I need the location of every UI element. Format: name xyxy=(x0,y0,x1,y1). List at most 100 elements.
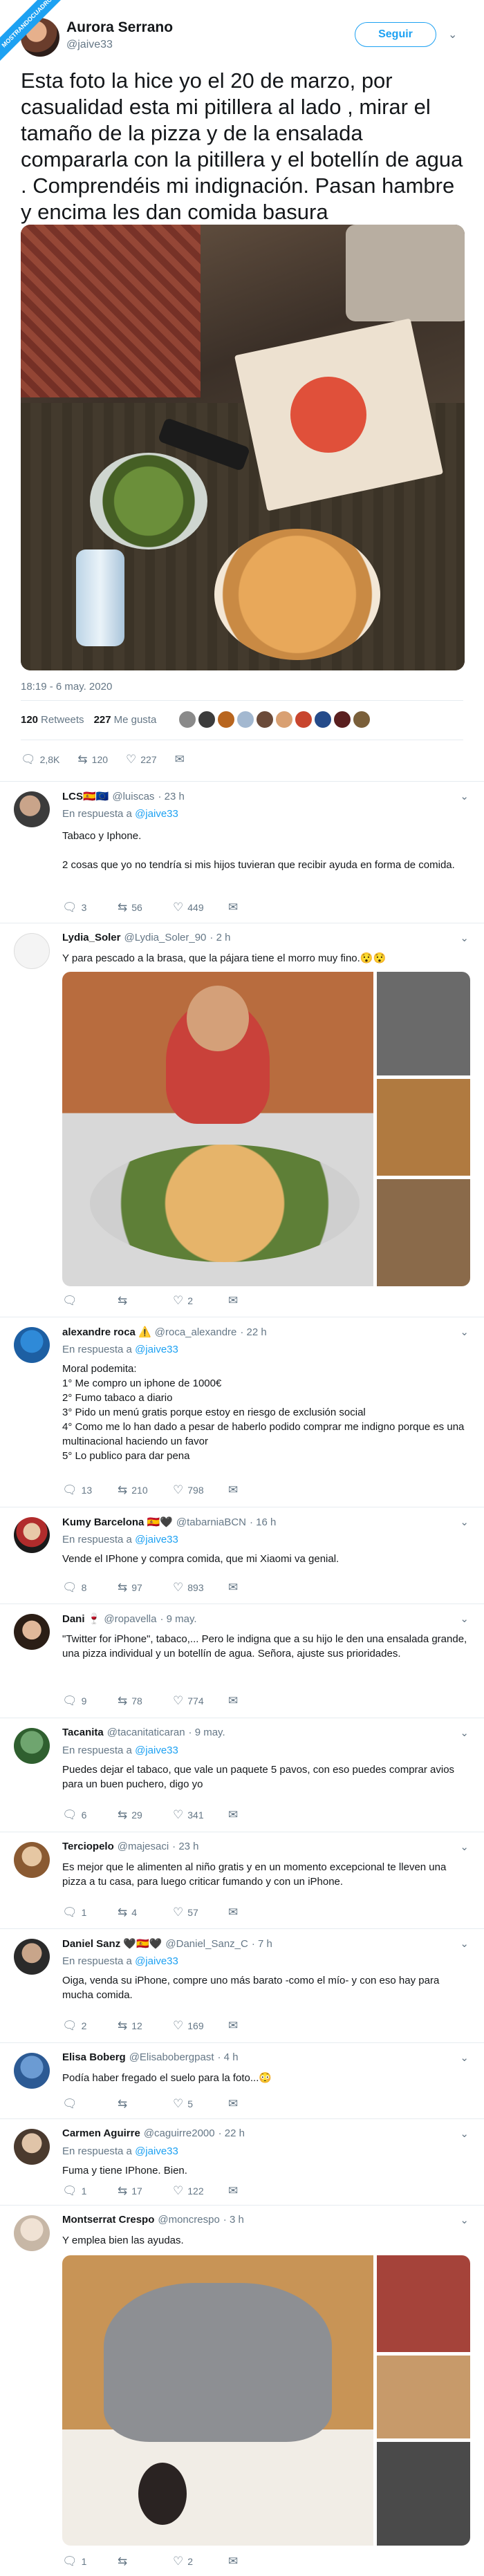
reply-time[interactable]: · 22 h xyxy=(240,1326,266,1338)
reply-time[interactable]: · 23 h xyxy=(158,791,184,802)
author-name[interactable]: Elisa Boberg xyxy=(62,2051,126,2063)
author-handle[interactable]: @jaive33 xyxy=(66,39,113,51)
chevron-down-icon[interactable]: ⌄ xyxy=(460,932,469,944)
message-button[interactable]: ✉ xyxy=(228,2097,283,2111)
reply-time[interactable]: · 4 h xyxy=(218,2051,239,2063)
chevron-down-icon[interactable]: ⌄ xyxy=(460,2127,469,2140)
like-button[interactable]: ♡ 122 xyxy=(173,2184,228,2198)
reply-button[interactable]: 🗨 xyxy=(62,1294,118,1308)
follow-button[interactable]: Seguir xyxy=(355,22,436,47)
retweet-button[interactable]: ⇆ 56 xyxy=(118,901,173,914)
like-button[interactable]: ♡ 2 xyxy=(173,1294,228,1308)
reply-time[interactable]: · 3 h xyxy=(223,2214,244,2226)
reply-photo[interactable] xyxy=(62,2255,470,2546)
author-name[interactable]: alexandre roca ⚠️ xyxy=(62,1326,151,1338)
author-name[interactable]: Montserrat Crespo xyxy=(62,2214,154,2226)
author-handle[interactable]: @Elisabobergpast xyxy=(129,2051,214,2063)
tweet-photo[interactable] xyxy=(21,225,465,670)
message-button[interactable]: ✉ xyxy=(228,2019,283,2033)
retweet-button[interactable]: ⇆ 4 xyxy=(118,1906,173,1919)
reply-button[interactable]: 🗨 2,8K xyxy=(21,753,59,767)
message-button[interactable]: ✉ xyxy=(228,1694,283,1708)
author-handle[interactable]: @ropavella xyxy=(104,1613,156,1625)
like-button[interactable]: ♡ 893 xyxy=(173,1581,228,1595)
author-handle[interactable]: @Lydia_Soler_90 xyxy=(124,932,206,943)
message-button[interactable]: ✉ xyxy=(228,901,283,914)
reply-tweet[interactable]: Elisa Boberg @Elisabobergpast · 4 h ⌄ Podí… xyxy=(0,2042,484,2118)
message-button[interactable]: ✉ xyxy=(228,1581,283,1595)
chevron-down-icon[interactable]: ⌄ xyxy=(460,2214,469,2226)
message-button[interactable]: ✉ xyxy=(228,2555,283,2568)
author-name[interactable]: Daniel Sanz 🖤🇪🇸🖤 xyxy=(62,1937,162,1950)
tweet-timestamp[interactable]: 18:19 - 6 may. 2020 xyxy=(21,681,112,693)
reply-time[interactable]: · 9 may. xyxy=(160,1613,196,1625)
retweet-button[interactable]: ⇆ xyxy=(118,2097,173,2111)
message-button[interactable]: ✉ xyxy=(228,2184,283,2198)
reply-time[interactable]: · 7 h xyxy=(252,1938,272,1950)
retweet-button[interactable]: ⇆ 12 xyxy=(118,2019,173,2033)
message-button[interactable]: ✉ xyxy=(228,1483,283,1497)
like-button[interactable]: ♡ 798 xyxy=(173,1483,228,1497)
author-handle[interactable]: @roca_alexandre xyxy=(155,1326,237,1338)
author-handle[interactable]: @caguirre2000 xyxy=(144,2127,215,2139)
chevron-down-icon[interactable]: ⌄ xyxy=(460,2051,469,2064)
reply-button[interactable]: 🗨 1 xyxy=(62,2184,118,2198)
reply-button[interactable]: 🗨 3 xyxy=(62,901,118,914)
author-name[interactable]: Lydia_Soler xyxy=(62,932,120,943)
chevron-down-icon[interactable]: ⌄ xyxy=(460,1326,469,1338)
reply-button[interactable]: 🗨 6 xyxy=(62,1808,118,1822)
avatar[interactable] xyxy=(14,933,50,969)
avatar[interactable] xyxy=(14,1614,50,1650)
retweets-label[interactable]: Retweets xyxy=(41,714,84,726)
retweet-button[interactable]: ⇆ 17 xyxy=(118,2184,173,2198)
like-button[interactable]: ♡ 341 xyxy=(173,1808,228,1822)
message-button[interactable]: ✉ xyxy=(228,1294,283,1308)
author-name[interactable]: Terciopelo xyxy=(62,1841,114,1852)
author-name[interactable]: Kumy Barcelona 🇪🇸🖤 xyxy=(62,1516,173,1528)
like-button[interactable]: ♡ 5 xyxy=(173,2097,228,2111)
avatar[interactable] xyxy=(14,2053,50,2089)
like-button[interactable]: ♡ 2 xyxy=(173,2555,228,2568)
reply-button[interactable]: 🗨 13 xyxy=(62,1483,118,1497)
liker-avatars[interactable] xyxy=(178,711,371,728)
author-handle[interactable]: @tabarniaBCN xyxy=(176,1516,246,1528)
message-button[interactable]: ✉ xyxy=(228,1906,283,1919)
reply-tweet[interactable]: alexandre roca ⚠️ @roca_alexandre · 22 h ⌄… xyxy=(0,1317,484,1507)
chevron-down-icon[interactable]: ⌄ xyxy=(460,1516,469,1528)
chevron-down-icon[interactable]: ⌄ xyxy=(460,1613,469,1625)
author-name[interactable]: Aurora Serrano xyxy=(66,19,173,36)
likes-label[interactable]: Me gusta xyxy=(114,714,157,726)
author-name[interactable]: Dani 🍷 xyxy=(62,1613,100,1625)
reply-button[interactable]: 🗨 8 xyxy=(62,1581,118,1595)
author-handle[interactable]: @tacanitaticaran xyxy=(107,1727,185,1738)
message-button[interactable]: ✉ xyxy=(175,753,185,767)
reply-time[interactable]: · 16 h xyxy=(250,1516,276,1528)
reply-tweet[interactable]: Dani 🍷 @ropavella · 9 may. ⌄ "Twitter for … xyxy=(0,1604,484,1718)
avatar[interactable] xyxy=(14,1327,50,1363)
retweets-count[interactable]: 120 xyxy=(21,714,38,726)
author-handle[interactable]: @moncrespo xyxy=(158,2214,219,2226)
chevron-down-icon[interactable]: ⌄ xyxy=(460,1841,469,1853)
message-button[interactable]: ✉ xyxy=(228,1808,283,1822)
reply-time[interactable]: · 9 may. xyxy=(189,1727,225,1738)
avatar[interactable] xyxy=(14,1939,50,1975)
reply-tweet[interactable]: Tacanita @tacanitaticaran · 9 may. ⌄ En re… xyxy=(0,1718,484,1832)
author-name[interactable]: Tacanita xyxy=(62,1727,104,1738)
reply-time[interactable]: · 2 h xyxy=(210,932,230,943)
like-button[interactable]: ♡ 169 xyxy=(173,2019,228,2033)
avatar[interactable] xyxy=(14,791,50,827)
reply-photo[interactable] xyxy=(62,972,470,1286)
avatar[interactable] xyxy=(14,2215,50,2251)
chevron-down-icon[interactable]: ⌄ xyxy=(460,1727,469,1739)
like-button[interactable]: ♡ 57 xyxy=(173,1906,228,1919)
retweet-button[interactable]: ⇆ 120 xyxy=(77,753,108,767)
avatar[interactable] xyxy=(14,1728,50,1764)
reply-tweet[interactable]: Montserrat Crespo @moncrespo · 3 h ⌄ Y emp… xyxy=(0,2205,484,2576)
retweet-button[interactable]: ⇆ 210 xyxy=(118,1483,173,1497)
author-name[interactable]: Carmen Aguirre xyxy=(62,2127,140,2139)
author-handle[interactable]: @majesaci xyxy=(118,1841,169,1852)
avatar[interactable] xyxy=(14,1517,50,1553)
retweet-button[interactable]: ⇆ 29 xyxy=(118,1808,173,1822)
reply-tweet[interactable]: Terciopelo @majesaci · 23 h ⌄ Es mejor que… xyxy=(0,1832,484,1928)
author-handle[interactable]: @luiscas xyxy=(112,791,154,802)
